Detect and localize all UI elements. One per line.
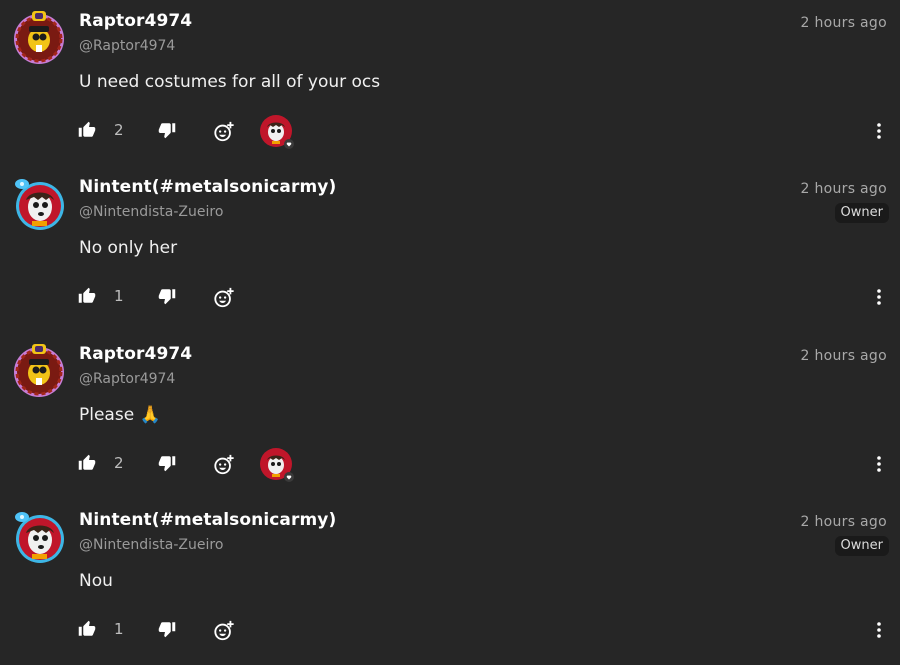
comment-item: Raptor4974 @Raptor4974 2 hours ago U nee…	[0, 0, 900, 166]
dislike-button[interactable]	[158, 121, 178, 141]
add-reaction-button[interactable]	[213, 121, 234, 142]
add-reaction-icon	[214, 454, 234, 475]
more-vertical-icon	[877, 622, 881, 638]
owner-badge: Owner	[834, 536, 889, 556]
thumbs-up-icon	[78, 121, 96, 137]
user-handle[interactable]: @Nintendista-Zueiro	[79, 537, 223, 553]
comment-item: Raptor4974 @Raptor4974 2 hours ago Pleas…	[0, 333, 900, 499]
comment-text: No only her	[79, 238, 178, 258]
thumbs-up-icon	[78, 454, 96, 470]
avatar-nintent[interactable]	[12, 509, 66, 563]
owner-badge: Owner	[834, 203, 889, 223]
reaction-user-avatar[interactable]	[260, 448, 294, 482]
dislike-button[interactable]	[158, 454, 178, 474]
add-reaction-button[interactable]	[213, 454, 234, 475]
like-count: 1	[114, 287, 124, 305]
like-count: 1	[114, 620, 124, 638]
more-vertical-icon	[877, 123, 881, 139]
thumbs-down-icon	[158, 123, 176, 139]
thumbs-up-icon	[78, 287, 96, 303]
username[interactable]: Raptor4974	[79, 11, 192, 31]
add-reaction-icon	[214, 287, 234, 308]
comment-item: Nintent(#metalsonicarmy) @Nintendista-Zu…	[0, 499, 900, 665]
like-count: 2	[114, 121, 124, 139]
like-button[interactable]	[78, 620, 98, 640]
username[interactable]: Nintent(#metalsonicarmy)	[79, 177, 336, 197]
comment-actions: 2	[0, 112, 900, 149]
timestamp: 2 hours ago	[800, 348, 887, 364]
username[interactable]: Raptor4974	[79, 344, 192, 364]
avatar-raptor[interactable]	[12, 10, 66, 64]
reaction-user-avatar[interactable]	[260, 115, 294, 149]
like-button[interactable]	[78, 454, 98, 474]
more-vertical-icon	[877, 289, 881, 305]
avatar-nintent[interactable]	[12, 176, 66, 230]
thumbs-up-icon	[78, 620, 96, 636]
add-reaction-button[interactable]	[213, 287, 234, 308]
user-handle[interactable]: @Raptor4974	[79, 371, 175, 387]
dislike-button[interactable]	[158, 620, 178, 640]
user-handle[interactable]: @Raptor4974	[79, 38, 175, 54]
comment-text: U need costumes for all of your ocs	[79, 72, 381, 92]
add-reaction-button[interactable]	[213, 620, 234, 641]
thumbs-down-icon	[158, 456, 176, 472]
user-handle[interactable]: @Nintendista-Zueiro	[79, 204, 223, 220]
add-reaction-icon	[214, 121, 234, 142]
comment-item: Nintent(#metalsonicarmy) @Nintendista-Zu…	[0, 166, 900, 332]
comment-text: Please 🙏	[79, 405, 161, 425]
comment-actions: 1	[0, 611, 900, 647]
more-options-button[interactable]	[870, 454, 888, 474]
timestamp: 2 hours ago	[800, 15, 887, 31]
timestamp: 2 hours ago	[800, 181, 887, 197]
comment-actions: 1	[0, 278, 900, 314]
like-count: 2	[114, 454, 124, 472]
timestamp: 2 hours ago	[800, 514, 887, 530]
username[interactable]: Nintent(#metalsonicarmy)	[79, 510, 336, 530]
dislike-button[interactable]	[158, 287, 178, 307]
comment-text: Nou	[79, 571, 113, 591]
more-options-button[interactable]	[870, 620, 888, 640]
avatar-raptor[interactable]	[12, 343, 66, 397]
more-options-button[interactable]	[870, 287, 888, 307]
more-vertical-icon	[877, 456, 881, 472]
thumbs-down-icon	[158, 289, 176, 305]
like-button[interactable]	[78, 121, 98, 141]
add-reaction-icon	[214, 620, 234, 641]
like-button[interactable]	[78, 287, 98, 307]
thumbs-down-icon	[158, 622, 176, 638]
more-options-button[interactable]	[870, 121, 888, 141]
comment-actions: 2	[0, 445, 900, 482]
